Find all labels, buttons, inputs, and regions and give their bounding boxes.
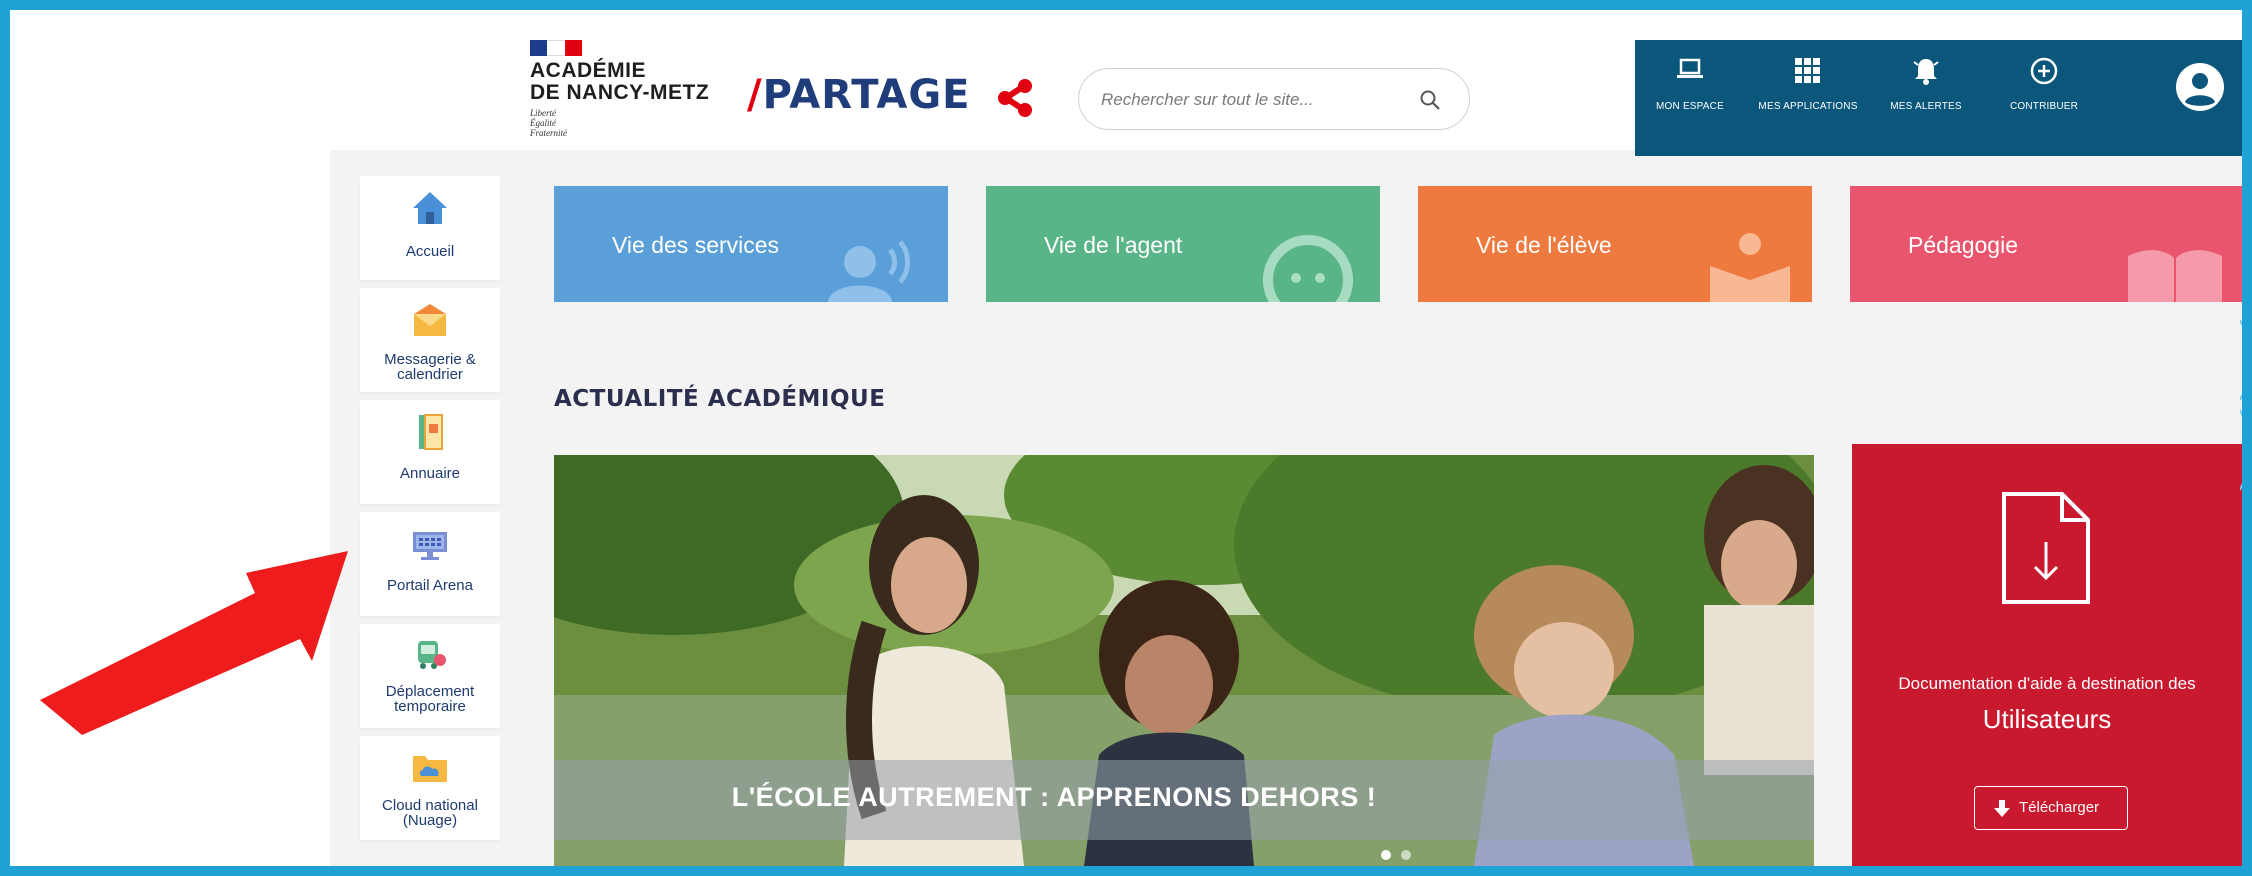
home-icon xyxy=(413,192,447,224)
directory-icon xyxy=(419,414,443,450)
sidebar-item-portail-arena[interactable]: Portail Arena xyxy=(360,512,500,616)
academy-line-1: ACADÉMIE xyxy=(530,59,647,82)
sidebar-item-label: (Nuage) xyxy=(402,812,458,829)
partage-title: PARTAGE xyxy=(762,72,971,118)
tile-label: Pédagogie xyxy=(1908,232,2018,258)
search-box[interactable] xyxy=(1078,68,1470,130)
toolbar-label: MES APPLICATIONS xyxy=(1758,101,1858,112)
toolbar-mes-alertes[interactable]: MES ALERTES xyxy=(1871,56,1981,112)
toolbar-mes-applications[interactable]: MES APPLICATIONS xyxy=(1753,56,1863,112)
toolbar-mon-espace[interactable]: MON ESPACE xyxy=(1635,56,1745,112)
sidebar-item-label: calendrier xyxy=(397,366,463,383)
tile-label: Vie de l'agent xyxy=(1044,232,1183,258)
toolbar-contribuer[interactable]: CONTRIBUER xyxy=(1989,56,2099,112)
book-icon xyxy=(2128,250,2222,302)
tile-label: Vie des services xyxy=(612,232,780,258)
academy-line-2: DE NANCY-METZ xyxy=(530,81,710,104)
site-header: ACADÉMIE DE NANCY-METZ Liberté Égalité F… xyxy=(330,10,2242,156)
bell-icon xyxy=(1913,59,1939,85)
carousel-dots[interactable] xyxy=(1380,848,1420,862)
french-flag-icon xyxy=(530,40,582,56)
red-arrow-annotation xyxy=(40,551,348,735)
partage-logo[interactable]: /PARTAGE xyxy=(747,72,971,118)
laptop-icon xyxy=(1677,58,1703,78)
sidebar-item-messagerie[interactable]: Messagerie & calendrier xyxy=(360,288,500,392)
sidebar-item-label: temporaire xyxy=(394,698,466,715)
help-text: Documentation d'aide à destination des xyxy=(1898,674,2196,693)
sidebar-item-accueil[interactable]: Accueil xyxy=(360,176,500,280)
search-input[interactable] xyxy=(1101,85,1401,115)
user-avatar-icon[interactable] xyxy=(2175,62,2225,112)
sidebar-item-annuaire[interactable]: Annuaire xyxy=(360,400,500,504)
download-arrow-icon xyxy=(1994,800,2010,817)
portal-icon xyxy=(413,532,447,560)
travel-icon xyxy=(418,641,446,669)
decorative-edge-lines xyxy=(2240,319,2242,491)
top-toolbar: MON ESPACE MES APPLICATIONS MES ALERTES … xyxy=(1635,40,2242,156)
news-carousel[interactable]: L'ÉCOLE AUTREMENT : APPRENONS DEHORS ! xyxy=(554,455,1814,866)
sidebar-item-label: Accueil xyxy=(405,243,455,260)
sidebar-item-label: Annuaire xyxy=(399,465,461,482)
sidebar-item-label: Cloud national xyxy=(382,797,478,814)
reading-student-icon xyxy=(1710,233,1790,302)
screenshot-area: ACADÉMIE DE NANCY-METZ Liberté Égalité F… xyxy=(330,10,2242,866)
speaking-person-icon xyxy=(828,240,910,302)
partage-slash: / xyxy=(747,72,763,118)
plus-circle-icon xyxy=(2030,57,2058,85)
grid-icon xyxy=(1795,58,1820,83)
motto-fraternite: Fraternité xyxy=(530,128,567,138)
cloud-folder-icon xyxy=(413,756,447,782)
motto-liberte: Liberté xyxy=(530,108,556,118)
help-title: Utilisateurs xyxy=(1982,704,2112,734)
slide-frame: ACADÉMIE DE NANCY-METZ Liberté Égalité F… xyxy=(10,10,2242,866)
share-icon[interactable] xyxy=(996,78,1036,118)
download-button-label: Télécharger xyxy=(2019,799,2100,816)
academy-logo[interactable]: ACADÉMIE DE NANCY-METZ Liberté Égalité F… xyxy=(530,40,709,138)
search-icon[interactable] xyxy=(1419,89,1441,111)
toolbar-label: MON ESPACE xyxy=(1656,101,1724,112)
download-button[interactable]: Télécharger xyxy=(1974,786,2128,830)
sidebar-item-cloud[interactable]: Cloud national (Nuage) xyxy=(360,736,500,840)
sidebar-item-label: Portail Arena xyxy=(387,577,473,594)
toolbar-label: CONTRIBUER xyxy=(2009,101,2079,112)
toolbar-label: MES ALERTES xyxy=(1890,101,1962,112)
sidebar-item-label: Déplacement xyxy=(385,683,475,700)
sidebar-item-label: Messagerie & xyxy=(384,351,476,368)
document-download-icon xyxy=(2002,492,2090,604)
tile-vie-des-services[interactable]: Vie des services xyxy=(554,186,948,302)
hero-caption-text[interactable]: L'ÉCOLE AUTREMENT : APPRENONS DEHORS ! xyxy=(554,782,1554,813)
tile-label: Vie de l'élève xyxy=(1476,232,1612,258)
motto-egalite: Égalité xyxy=(530,118,556,128)
face-icon xyxy=(1263,235,1353,302)
hero-caption-bar: L'ÉCOLE AUTREMENT : APPRENONS DEHORS ! xyxy=(554,760,1814,840)
tile-vie-de-l-agent[interactable]: Vie de l'agent xyxy=(986,186,1380,302)
tile-vie-de-l-eleve[interactable]: Vie de l'élève xyxy=(1418,186,1812,302)
mail-icon xyxy=(414,304,446,336)
sidebar-item-deplacement[interactable]: Déplacement temporaire xyxy=(360,624,500,728)
tile-pedagogie[interactable]: Pédagogie xyxy=(1850,186,2242,302)
section-title: ACTUALITÉ ACADÉMIQUE xyxy=(554,386,886,412)
help-documentation-panel: Documentation d'aide à destination des U… xyxy=(1852,444,2242,866)
